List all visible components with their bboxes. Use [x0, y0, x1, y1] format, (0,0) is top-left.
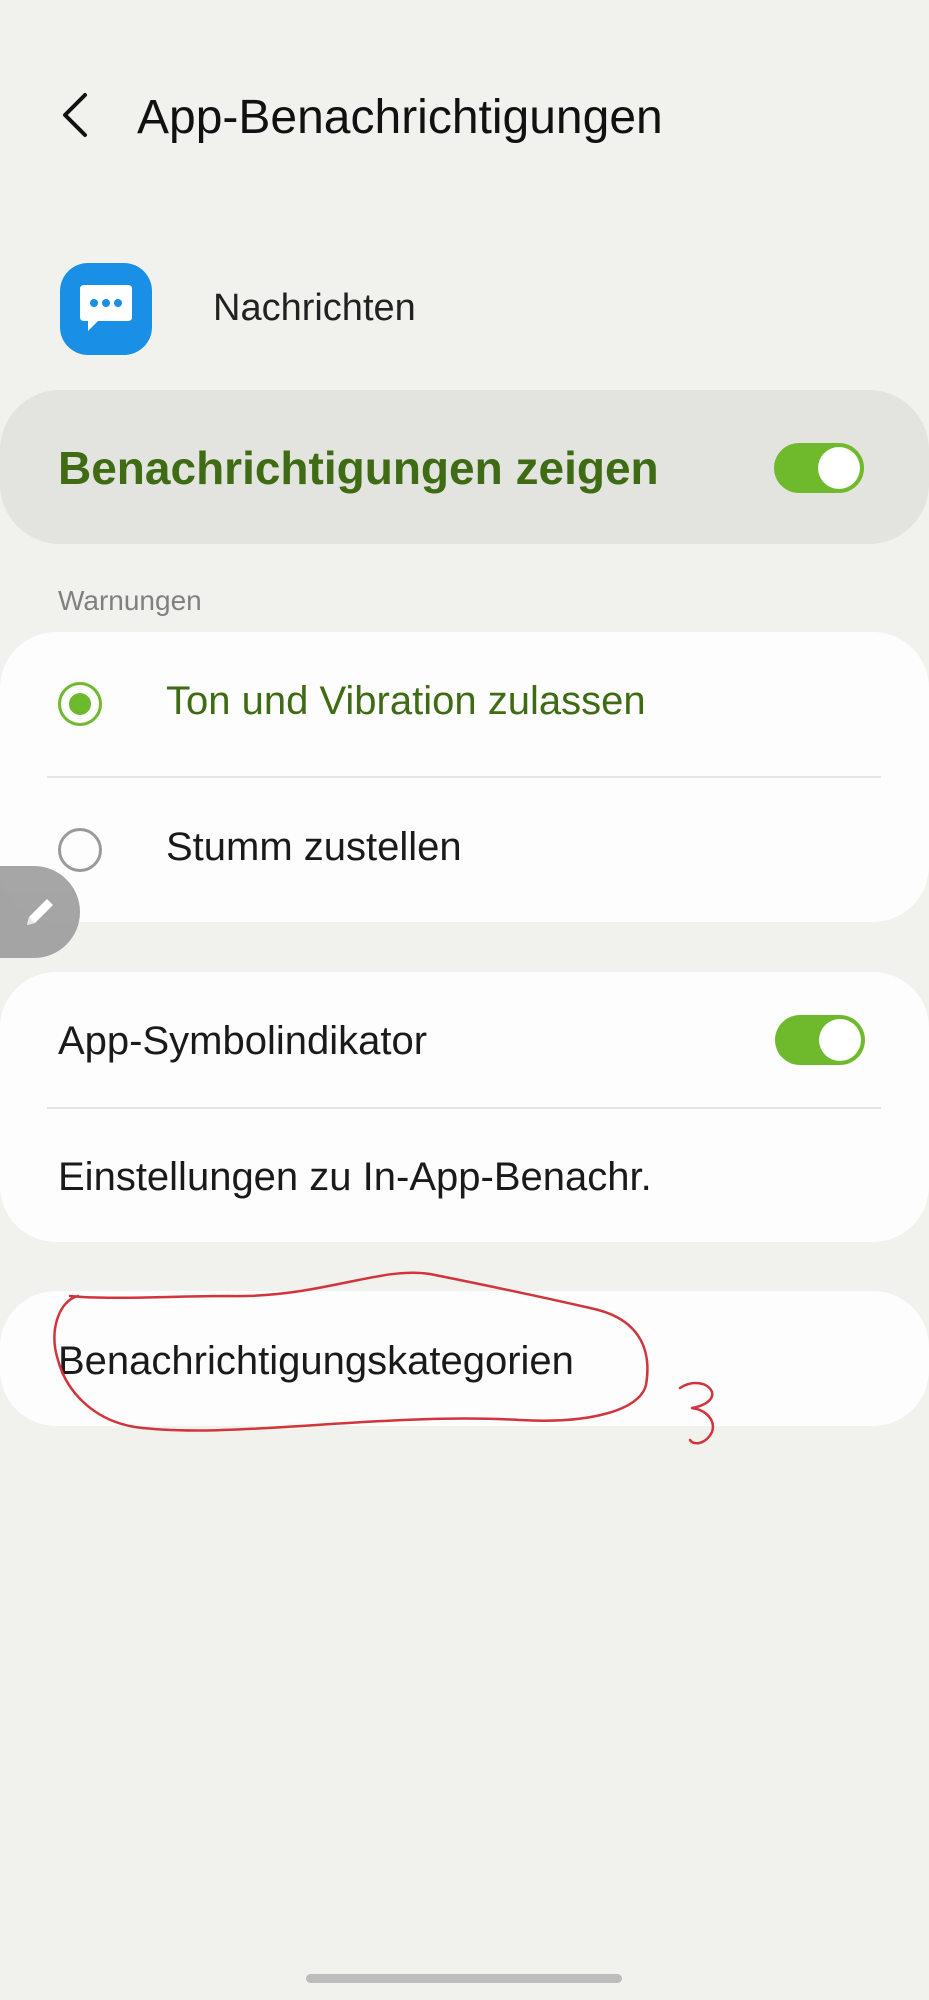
radio-selected-dot [69, 693, 91, 715]
in-app-settings-label: Einstellungen zu In-App-Benachr. [58, 1155, 652, 1199]
sound-vibration-radio[interactable] [58, 682, 102, 726]
alerts-section-label: Warnungen [58, 585, 202, 616]
sound-vibration-label: Ton und Vibration zulassen [166, 679, 646, 723]
categories-label: Benachrichtigungskategorien [58, 1339, 574, 1383]
show-notifications-toggle[interactable] [774, 443, 864, 493]
page-title: App-Benachrichtigungen [137, 91, 663, 144]
app-badge-label: App-Symbolindikator [58, 1019, 428, 1063]
home-indicator[interactable] [306, 1974, 622, 1983]
back-button[interactable] [40, 80, 110, 150]
toggle-knob [818, 447, 860, 489]
silent-label: Stumm zustellen [166, 825, 462, 869]
chevron-left-icon [63, 93, 87, 137]
silent-radio[interactable] [58, 828, 102, 872]
app-badge-toggle[interactable] [775, 1015, 865, 1065]
toggle-knob [819, 1019, 861, 1061]
silent-option[interactable] [0, 778, 929, 922]
pencil-icon [27, 899, 53, 925]
messages-app-icon [60, 263, 152, 355]
show-notifications-label: Benachrichtigungen zeigen [58, 442, 659, 494]
app-name: Nachrichten [213, 287, 416, 329]
chat-bubble-icon [80, 285, 132, 331]
